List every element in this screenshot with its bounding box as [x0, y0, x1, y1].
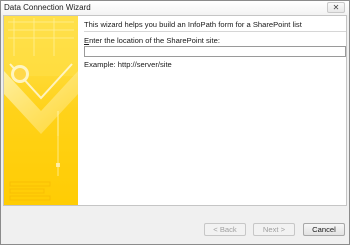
- location-label: Enter the location of the SharePoint sit…: [84, 36, 220, 45]
- close-icon: ✕: [332, 3, 340, 12]
- banner-art: [4, 16, 78, 205]
- location-label-text: nter the location of the SharePoint site…: [89, 36, 220, 45]
- cancel-button[interactable]: Cancel: [303, 223, 345, 236]
- title-bar: Data Connection Wizard ✕: [1, 1, 349, 15]
- window-title: Data Connection Wizard: [4, 3, 91, 12]
- wizard-content: This wizard helps you build an InfoPath …: [3, 15, 347, 206]
- back-button[interactable]: < Back: [204, 223, 246, 236]
- separator: [84, 31, 346, 32]
- intro-text: This wizard helps you build an InfoPath …: [84, 20, 302, 29]
- wizard-window: Data Connection Wizard ✕ This wizard hel…: [0, 0, 350, 245]
- example-text: Example: http://server/site: [84, 60, 172, 69]
- close-button[interactable]: ✕: [327, 2, 345, 13]
- next-button[interactable]: Next >: [253, 223, 295, 236]
- site-location-input[interactable]: [84, 46, 346, 57]
- wizard-side-banner: [4, 16, 78, 205]
